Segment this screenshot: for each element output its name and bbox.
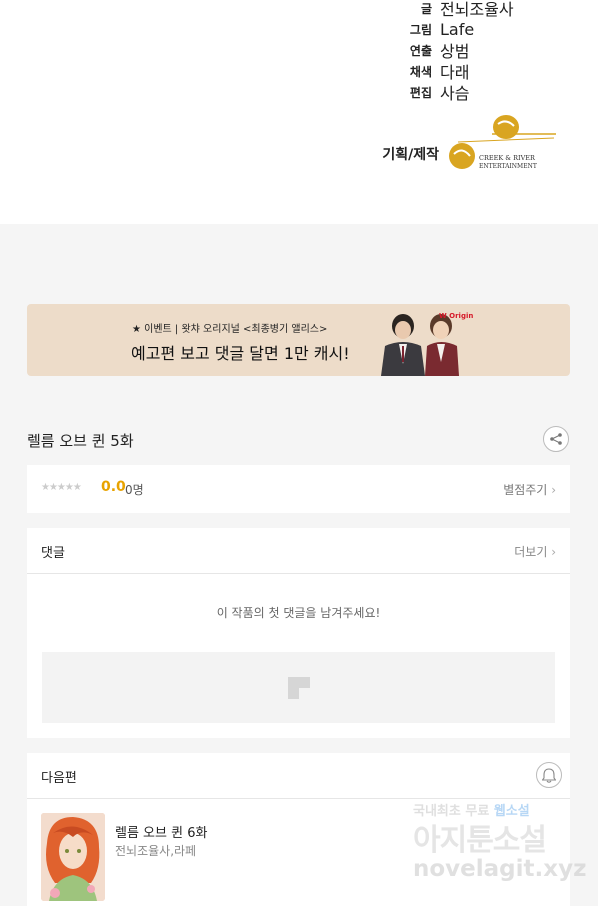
more-label: 더보기 (514, 545, 548, 559)
logo-text-1: CREEK & RIVER (479, 154, 536, 162)
rating-card: ★★★★★ 0.0 0명 별점주기 › (27, 465, 570, 513)
credit-row-direction: 연출 상범 (360, 39, 590, 61)
comment-input-box[interactable] (42, 652, 555, 723)
rating-score: 0.0 (101, 479, 126, 495)
credit-role: 연출 (409, 43, 432, 58)
share-button[interactable] (543, 426, 569, 452)
chevron-right-icon: › (551, 483, 556, 497)
rate-label: 별점주기 (503, 483, 548, 497)
next-episode-name: 렐름 오브 퀸 6화 (115, 826, 208, 841)
comments-more-button[interactable]: 더보기 › (514, 543, 556, 560)
banner-small-text: ★ 이벤트 | 왓챠 오리지널 <최종병기 앨리스> (132, 324, 328, 335)
chevron-right-icon: › (551, 545, 556, 559)
credit-role: 편집 (409, 85, 432, 100)
next-episode-authors: 전뇌조율사,라페 (115, 844, 197, 858)
production-role: 기획/제작 (382, 147, 439, 163)
rate-button[interactable]: 별점주기 › (503, 481, 556, 498)
credit-role: 채색 (409, 64, 432, 79)
thumbnail-illustration (41, 813, 105, 901)
notify-button[interactable] (536, 762, 562, 788)
watermark-line2: 아지툰소설 (413, 823, 547, 858)
credit-row-color: 채색 다래 (360, 60, 590, 82)
rating-voters: 0명 (125, 483, 144, 497)
banner-headline: 예고편 보고 댓글 달면 1만 캐시! (131, 344, 350, 363)
next-episode-header: 다음편 (27, 753, 570, 799)
comments-header: 댓글 더보기 › (27, 528, 570, 574)
banner-brand: W Original (439, 312, 473, 320)
credit-name: 전뇌조율사 (440, 0, 514, 19)
comments-title: 댓글 (41, 546, 65, 561)
site-watermark: 국내최초 무료 웹소설 아지툰소설 novelagit.xyz (410, 800, 590, 890)
credit-role: 글 (420, 1, 432, 16)
share-icon (550, 433, 562, 445)
next-episode-title-label: 다음편 (41, 771, 77, 786)
logo-text-2: ENTERTAINMENT (479, 163, 537, 170)
credit-role: 그림 (409, 22, 432, 37)
credit-row-writer: 글 전뇌조율사 (360, 0, 590, 19)
production-credit: 기획/제작 CREEK & RIVER ENTERTAINMENT (360, 112, 590, 176)
credit-row-art: 그림 Lafe (360, 18, 590, 40)
event-banner[interactable]: ★ 이벤트 | 왓챠 오리지널 <최종병기 앨리스> 예고편 보고 댓글 달면 … (27, 304, 570, 376)
comments-empty-message: 이 작품의 첫 댓글을 남겨주세요! (216, 606, 381, 620)
episode-title: 렐름 오브 퀸 5화 (27, 432, 134, 450)
next-episode-thumbnail (41, 813, 105, 901)
bell-icon (542, 767, 556, 783)
credit-row-editor: 편집 사슴 (360, 81, 590, 103)
credit-name: Lafe (440, 19, 475, 39)
credit-name: 사슴 (440, 84, 470, 103)
credits-section: 글 전뇌조율사 그림 Lafe 연출 상범 채색 다래 편집 사슴 기획/제작 … (0, 0, 598, 224)
watermark-line3: novelagit.xyz (413, 856, 587, 882)
creek-and-river-logo: CREEK & RIVER ENTERTAINMENT (449, 115, 556, 170)
comment-placeholder-icon (288, 677, 310, 699)
rating-stars: ★★★★★ (41, 482, 82, 493)
banner-characters-image: W Original (381, 312, 473, 376)
comments-card: 댓글 더보기 › 이 작품의 첫 댓글을 남겨주세요! (27, 528, 570, 738)
